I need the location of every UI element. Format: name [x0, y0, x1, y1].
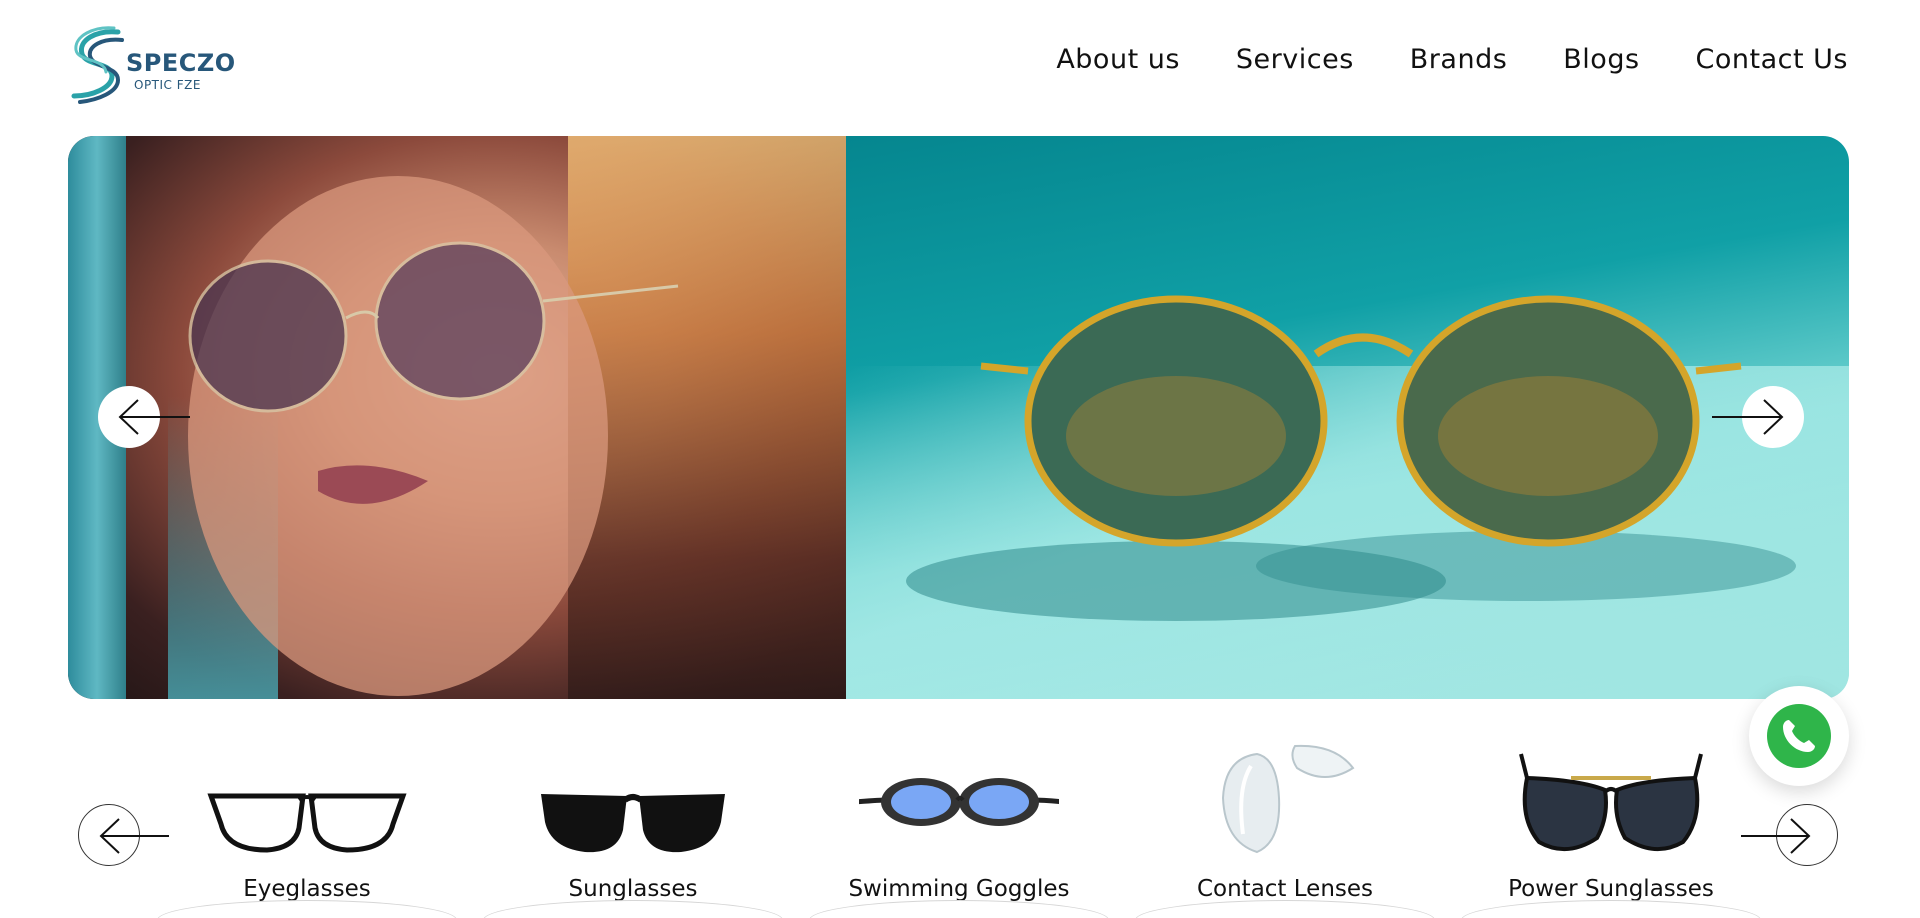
category-label: Swimming Goggles — [848, 876, 1070, 902]
category-pedestal — [483, 900, 783, 918]
brand-subtitle: OPTIC FZE — [134, 78, 201, 92]
whatsapp-button[interactable] — [1749, 686, 1849, 786]
category-label: Sunglasses — [568, 876, 698, 902]
arrow-right-icon — [1712, 399, 1784, 435]
speczo-logo-icon — [71, 26, 124, 104]
contact-lenses-icon — [1221, 744, 1355, 854]
arrow-left-icon — [118, 399, 190, 435]
brand-name: SPECZO — [126, 49, 236, 77]
main-nav: About us Services Brands Blogs Contact U… — [1056, 44, 1848, 75]
category-pedestal — [1461, 900, 1761, 918]
category-contact-lenses[interactable]: Contact Lenses — [1135, 738, 1435, 918]
nav-services[interactable]: Services — [1236, 44, 1354, 75]
gold-sunglasses-illustration — [906, 295, 1796, 621]
phone-icon — [1783, 720, 1815, 752]
logo[interactable]: SPECZO OPTIC FZE — [68, 26, 235, 104]
category-eyeglasses[interactable]: Eyeglasses — [157, 738, 457, 918]
category-power-sunglasses[interactable]: Power Sunglasses — [1461, 738, 1761, 918]
whatsapp-icon — [1767, 704, 1831, 768]
category-pedestal — [809, 900, 1109, 918]
category-pedestal — [1135, 900, 1435, 918]
nav-about-us[interactable]: About us — [1056, 44, 1180, 75]
site-header: SPECZO OPTIC FZE About us Services Brand… — [0, 0, 1920, 130]
nav-contact-us[interactable]: Contact Us — [1696, 44, 1848, 75]
hero-prev-button[interactable] — [98, 386, 190, 448]
eyeglasses-icon — [207, 793, 407, 853]
category-label: Eyeglasses — [243, 876, 371, 902]
swimming-goggles-icon — [859, 778, 1059, 826]
hero-carousel — [68, 136, 1849, 699]
category-swimming-goggles[interactable]: Swimming Goggles — [809, 738, 1109, 918]
gold-round-sunglasses-on-teal-photo — [846, 136, 1849, 699]
categories-prev-button[interactable] — [78, 804, 169, 866]
hero-next-button[interactable] — [1712, 386, 1804, 448]
nav-blogs[interactable]: Blogs — [1563, 44, 1639, 75]
category-label: Contact Lenses — [1196, 876, 1374, 902]
category-sunglasses[interactable]: Sunglasses — [483, 738, 783, 918]
power-sunglasses-icon — [1519, 753, 1703, 852]
nav-brands[interactable]: Brands — [1410, 44, 1508, 75]
sunglasses-icon — [541, 794, 725, 853]
category-label: Power Sunglasses — [1508, 876, 1714, 902]
categories-next-button[interactable] — [1741, 804, 1838, 866]
category-pedestal — [157, 900, 457, 918]
